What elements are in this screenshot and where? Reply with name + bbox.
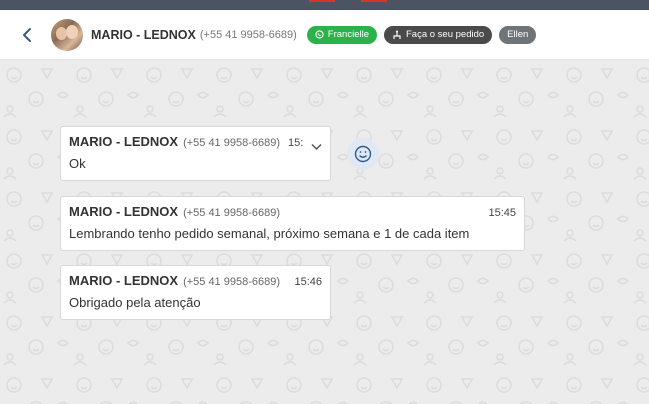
chevron-down-icon[interactable]: [311, 138, 322, 156]
message-sender: MARIO - LEDNOX: [69, 134, 179, 149]
contact-name[interactable]: MARIO - LEDNOX: [91, 28, 196, 42]
tag-ellen[interactable]: Ellen: [499, 25, 537, 44]
smile-icon: [354, 145, 372, 163]
app-topbar: [0, 0, 649, 10]
topbar-indicator: [361, 0, 387, 2]
flow-icon: [393, 30, 401, 39]
message-bubble[interactable]: MARIO - LEDNOX (+55 41 9958-6689) 15:46 …: [60, 265, 331, 320]
message-bubble[interactable]: MARIO - LEDNOX (+55 41 9958-6689) 15: Ok: [60, 126, 331, 181]
emoji-reaction-button[interactable]: [347, 138, 379, 170]
back-icon[interactable]: [16, 24, 38, 46]
message-sender: MARIO - LEDNOX: [69, 273, 179, 288]
message-time: 15:45: [488, 207, 516, 219]
message-phone: (+55 41 9958-6689): [183, 276, 280, 288]
tag-label: Ellen: [507, 29, 529, 40]
contact-avatar[interactable]: [51, 18, 83, 51]
message-header: MARIO - LEDNOX (+55 41 9958-6689) 15:46: [69, 273, 322, 288]
chat-area[interactable]: MARIO - LEDNOX (+55 41 9958-6689) 15: Ok…: [0, 61, 649, 404]
chat-header: MARIO - LEDNOX (+55 41 9958-6689) Franci…: [0, 10, 649, 60]
tag-label: Francielle: [327, 29, 369, 40]
message-text: Obrigado pela atenção: [69, 295, 201, 310]
contact-phone: (+55 41 9958-6689): [199, 28, 297, 41]
message-phone: (+55 41 9958-6689): [183, 137, 280, 149]
topbar-indicator: [309, 0, 335, 2]
message-text: Lembrando tenho pedido semanal, próximo …: [69, 226, 470, 241]
tag-label: Faça o seu pedido: [405, 29, 485, 40]
message-header: MARIO - LEDNOX (+55 41 9958-6689) 15:: [69, 134, 322, 151]
message-text: Ok: [69, 156, 86, 171]
message-time: 15:: [288, 137, 304, 149]
message-phone: (+55 41 9958-6689): [183, 207, 280, 219]
whatsapp-icon: [315, 30, 324, 39]
tag-francielle[interactable]: Francielle: [306, 25, 377, 44]
tag-faca-o-seu-pedido[interactable]: Faça o seu pedido: [383, 25, 493, 44]
message-time: 15:46: [294, 276, 322, 288]
message-sender: MARIO - LEDNOX: [69, 204, 179, 219]
message-bubble[interactable]: MARIO - LEDNOX (+55 41 9958-6689) 15:45 …: [60, 196, 525, 251]
message-header: MARIO - LEDNOX (+55 41 9958-6689) 15:45: [69, 204, 516, 219]
